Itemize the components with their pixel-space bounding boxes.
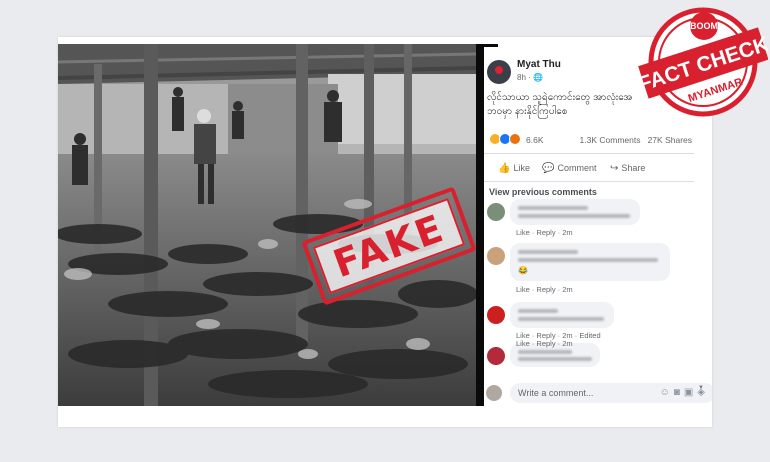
camera-icon[interactable]: ◙	[674, 387, 684, 398]
write-comment-placeholder: Write a comment...	[518, 388, 594, 398]
commenter-avatar[interactable]	[487, 347, 505, 365]
like-label: Like	[513, 163, 530, 173]
emoji-icon: 😂	[518, 266, 528, 275]
commenter-avatar[interactable]	[487, 306, 505, 324]
angry-reaction-icon	[509, 133, 521, 145]
share-label: Share	[621, 163, 646, 173]
comment-item	[484, 343, 712, 379]
comment-item: 😂 Like · Reply · 2m	[484, 243, 712, 297]
commenter-avatar[interactable]	[487, 247, 505, 265]
post-time[interactable]: 8h · 🌐	[517, 73, 543, 82]
comment-bubble: 😂	[510, 243, 670, 281]
share-arrow-icon: ↪	[610, 163, 619, 174]
post-stats: 6.6K 1.3K Comments 27K Shares	[484, 133, 712, 147]
comment-item: Like · Reply · 2m · Edited	[484, 302, 712, 342]
comment-bubble	[510, 199, 640, 225]
gif-icon[interactable]: ▣	[684, 387, 697, 398]
divider	[484, 153, 694, 154]
comment-meta[interactable]: Like · Reply · 2m	[516, 228, 573, 237]
comment-button[interactable]: 💬 Comment	[542, 163, 596, 174]
comments-shares: 1.3K Comments 27K Shares	[580, 135, 692, 145]
like-button[interactable]: 👍 Like	[498, 163, 530, 174]
fact-check-seal: BOOM FACT CHECK MYANMAR	[636, 7, 770, 117]
author-avatar[interactable]	[487, 60, 511, 84]
boom-fact-check-badge: BOOM FACT CHECK MYANMAR	[636, 4, 770, 120]
post-card: FAKE Myat Thu 8h · 🌐 လိုင်သာယာ သူရဲကောင်…	[58, 37, 712, 427]
divider	[484, 181, 694, 182]
view-previous-comments[interactable]: View previous comments	[489, 187, 597, 197]
badge-boom-text: BOOM	[690, 21, 718, 31]
commenter-avatar[interactable]	[487, 203, 505, 221]
thumbs-up-icon: 👍	[498, 163, 511, 174]
shares-count[interactable]: 27K Shares	[648, 135, 692, 145]
my-avatar	[486, 385, 502, 401]
reaction-count[interactable]: 6.6K	[526, 135, 544, 145]
reaction-icons[interactable]	[489, 133, 521, 145]
comment-bubble	[510, 302, 614, 328]
comment-label: Comment	[557, 163, 597, 173]
share-button[interactable]: ↪ Share	[610, 163, 645, 174]
write-comment-input[interactable]: Write a comment... ☺◙▣◈	[510, 383, 712, 403]
comment-item: Like · Reply · 2m	[484, 199, 712, 239]
scroll-down-arrow-icon[interactable]: ▼	[698, 385, 704, 391]
comment-meta[interactable]: Like · Reply · 2m	[516, 339, 573, 348]
comments-count[interactable]: 1.3K Comments	[580, 135, 641, 145]
author-name[interactable]: Myat Thu	[517, 59, 561, 70]
comment-meta[interactable]: Like · Reply · 2m	[516, 285, 573, 294]
comment-bubble-icon: 💬	[542, 163, 555, 174]
emoji-icon[interactable]: ☺	[660, 387, 674, 398]
post-actions: 👍 Like 💬 Comment ↪ Share	[484, 161, 712, 179]
